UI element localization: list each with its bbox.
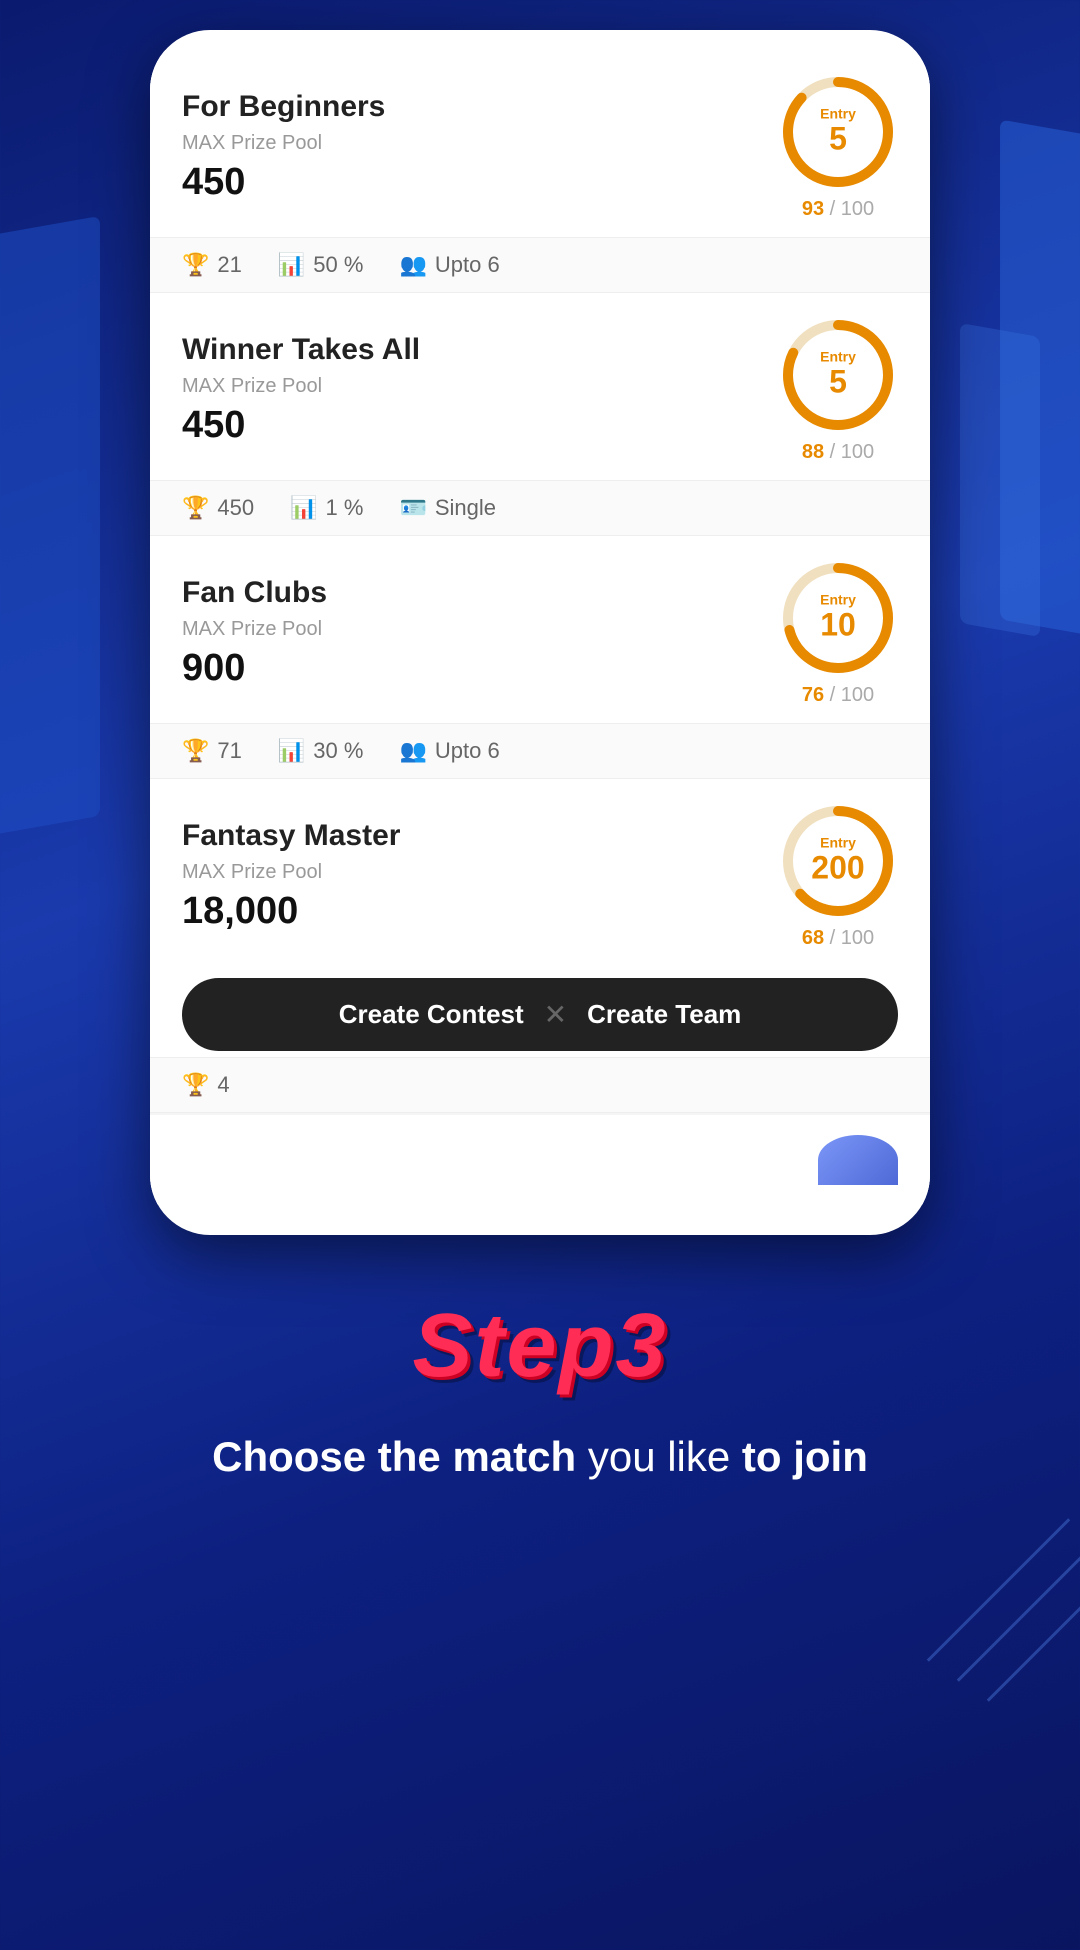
contest-info-fantasy-master: Fantasy Master MAX Prize Pool 18,000 [182,819,778,933]
donut-fan-clubs: Entry 10 [778,558,898,678]
contest-stats-for-beginners: 🏆 21 📊 50 % 👥 Upto 6 [150,237,930,292]
stat-trophy-0: 🏆 21 [182,252,242,278]
donut-winner-takes-all: Entry 5 [778,315,898,435]
donut-progress-1: 88 / 100 [802,441,874,464]
entry-label-2: Entry [820,593,856,608]
chart-icon-0: 📊 [278,252,305,278]
team-icon-2: 👥 [399,738,426,764]
stat-value-team-0: Upto 6 [435,252,500,278]
stat-chart-1: 📊 1 % [290,495,363,521]
contest-info-fan-clubs: Fan Clubs MAX Prize Pool 900 [182,576,778,690]
donut-separator-2: / [824,684,841,706]
bg-decoration-left [0,216,100,844]
stat-value-team-2: Upto 6 [435,738,500,764]
entry-value-0: 5 [820,122,856,157]
contest-prize-for-beginners: 450 [182,161,778,204]
chart-icon-1: 📊 [290,495,317,521]
contest-stats-winner-takes-all: 🏆 450 📊 1 % 🪪 Single [150,480,930,535]
stat-chart-2: 📊 30 % [278,738,364,764]
step-description: Choose the match you like to join [60,1428,1020,1487]
chart-icon-2: 📊 [278,738,305,764]
contest-title-fantasy-master: Fantasy Master [182,819,778,853]
trophy-icon-2: 🏆 [182,738,209,764]
trophy-icon-0: 🏆 [182,252,209,278]
donut-progress-2: 76 / 100 [802,684,874,707]
donut-separator-3: / [824,927,841,949]
stat-team-1: 🪪 Single [399,495,496,521]
stat-value-trophy-0: 21 [217,252,241,278]
stat-team-0: 👥 Upto 6 [399,252,499,278]
entry-label-1: Entry [820,350,856,365]
contest-info-winner-takes-all: Winner Takes All MAX Prize Pool 450 [182,333,778,447]
bg-decoration-right2 [960,323,1040,637]
phone-screen: For Beginners MAX Prize Pool 450 Entry 5 [150,50,930,1205]
action-bar-divider: ✕ [544,998,567,1031]
entry-label-3: Entry [811,836,864,851]
entry-value-2: 10 [820,608,856,643]
donut-progress-3: 68 / 100 [802,927,874,950]
team-icon-1: 🪪 [399,495,426,521]
donut-wrap-for-beginners: Entry 5 93 / 100 [778,72,898,221]
create-contest-button[interactable]: Create Contest [319,999,544,1030]
entry-value-1: 5 [820,365,856,400]
team-icon-0: 👥 [399,252,426,278]
step-title: Step3 [60,1295,1020,1398]
stat-value-trophy-2: 71 [217,738,241,764]
contest-prize-label-fan-clubs: MAX Prize Pool [182,618,778,641]
step-desc-normal: you like [576,1433,742,1480]
contest-card-winner-takes-all[interactable]: Winner Takes All MAX Prize Pool 450 Entr… [150,293,930,536]
trophy-icon-1: 🏆 [182,495,209,521]
stat-value-trophy-1: 450 [217,495,254,521]
donut-fantasy-master: Entry 200 [778,801,898,921]
stat-trophy-2: 🏆 71 [182,738,242,764]
donut-wrap-fantasy-master: Entry 200 68 / 100 [778,801,898,950]
entry-value-3: 200 [811,851,864,886]
contest-title-winner-takes-all: Winner Takes All [182,333,778,367]
stat-value-chart-0: 50 % [313,252,363,278]
contest-title-for-beginners: For Beginners [182,90,778,124]
stat-value-team-1: Single [435,495,496,521]
donut-wrap-fan-clubs: Entry 10 76 / 100 [778,558,898,707]
contest-info-for-beginners: For Beginners MAX Prize Pool 450 [182,90,778,204]
partial-avatar [818,1135,898,1185]
donut-wrap-winner-takes-all: Entry 5 88 / 100 [778,315,898,464]
contest-card-fantasy-master[interactable]: Fantasy Master MAX Prize Pool 18,000 Ent… [150,779,930,1113]
contest-prize-fan-clubs: 900 [182,647,778,690]
stat-value-chart-1: 1 % [326,495,364,521]
stat-team-2: 👥 Upto 6 [399,738,499,764]
trophy-icon-3: 🏆 [182,1072,209,1098]
stat-value-trophy-3: 4 [217,1072,229,1098]
contest-stats-fan-clubs: 🏆 71 📊 30 % 👥 Upto 6 [150,723,930,778]
stat-trophy-3: 🏆 4 [182,1072,230,1098]
bg-line-1 [987,1558,1080,1702]
contest-prize-label-for-beginners: MAX Prize Pool [182,132,778,155]
stat-trophy-1: 🏆 450 [182,495,254,521]
donut-progress-0: 93 / 100 [802,198,874,221]
donut-separator-0: / [824,198,841,220]
contest-prize-label-winner-takes-all: MAX Prize Pool [182,375,778,398]
donut-separator-1: / [824,441,841,463]
donut-for-beginners: Entry 5 [778,72,898,192]
contest-prize-winner-takes-all: 450 [182,404,778,447]
action-bar: Create Contest ✕ Create Team [182,978,898,1051]
partial-card [150,1115,930,1205]
step-desc-bold1: Choose the match [212,1433,576,1480]
stat-chart-0: 📊 50 % [278,252,364,278]
contest-prize-label-fantasy-master: MAX Prize Pool [182,861,778,884]
step-desc-bold2: to join [742,1433,868,1480]
phone-mockup: For Beginners MAX Prize Pool 450 Entry 5 [150,30,930,1235]
contest-card-for-beginners[interactable]: For Beginners MAX Prize Pool 450 Entry 5 [150,50,930,293]
contest-prize-fantasy-master: 18,000 [182,890,778,933]
contest-card-fan-clubs[interactable]: Fan Clubs MAX Prize Pool 900 Entry 10 [150,536,930,779]
contest-stats-fantasy-master: 🏆 4 [150,1057,930,1112]
step-section: Step3 Choose the match you like to join [0,1295,1080,1567]
stat-value-chart-2: 30 % [313,738,363,764]
create-team-button[interactable]: Create Team [567,999,761,1030]
contest-title-fan-clubs: Fan Clubs [182,576,778,610]
entry-label-0: Entry [820,107,856,122]
